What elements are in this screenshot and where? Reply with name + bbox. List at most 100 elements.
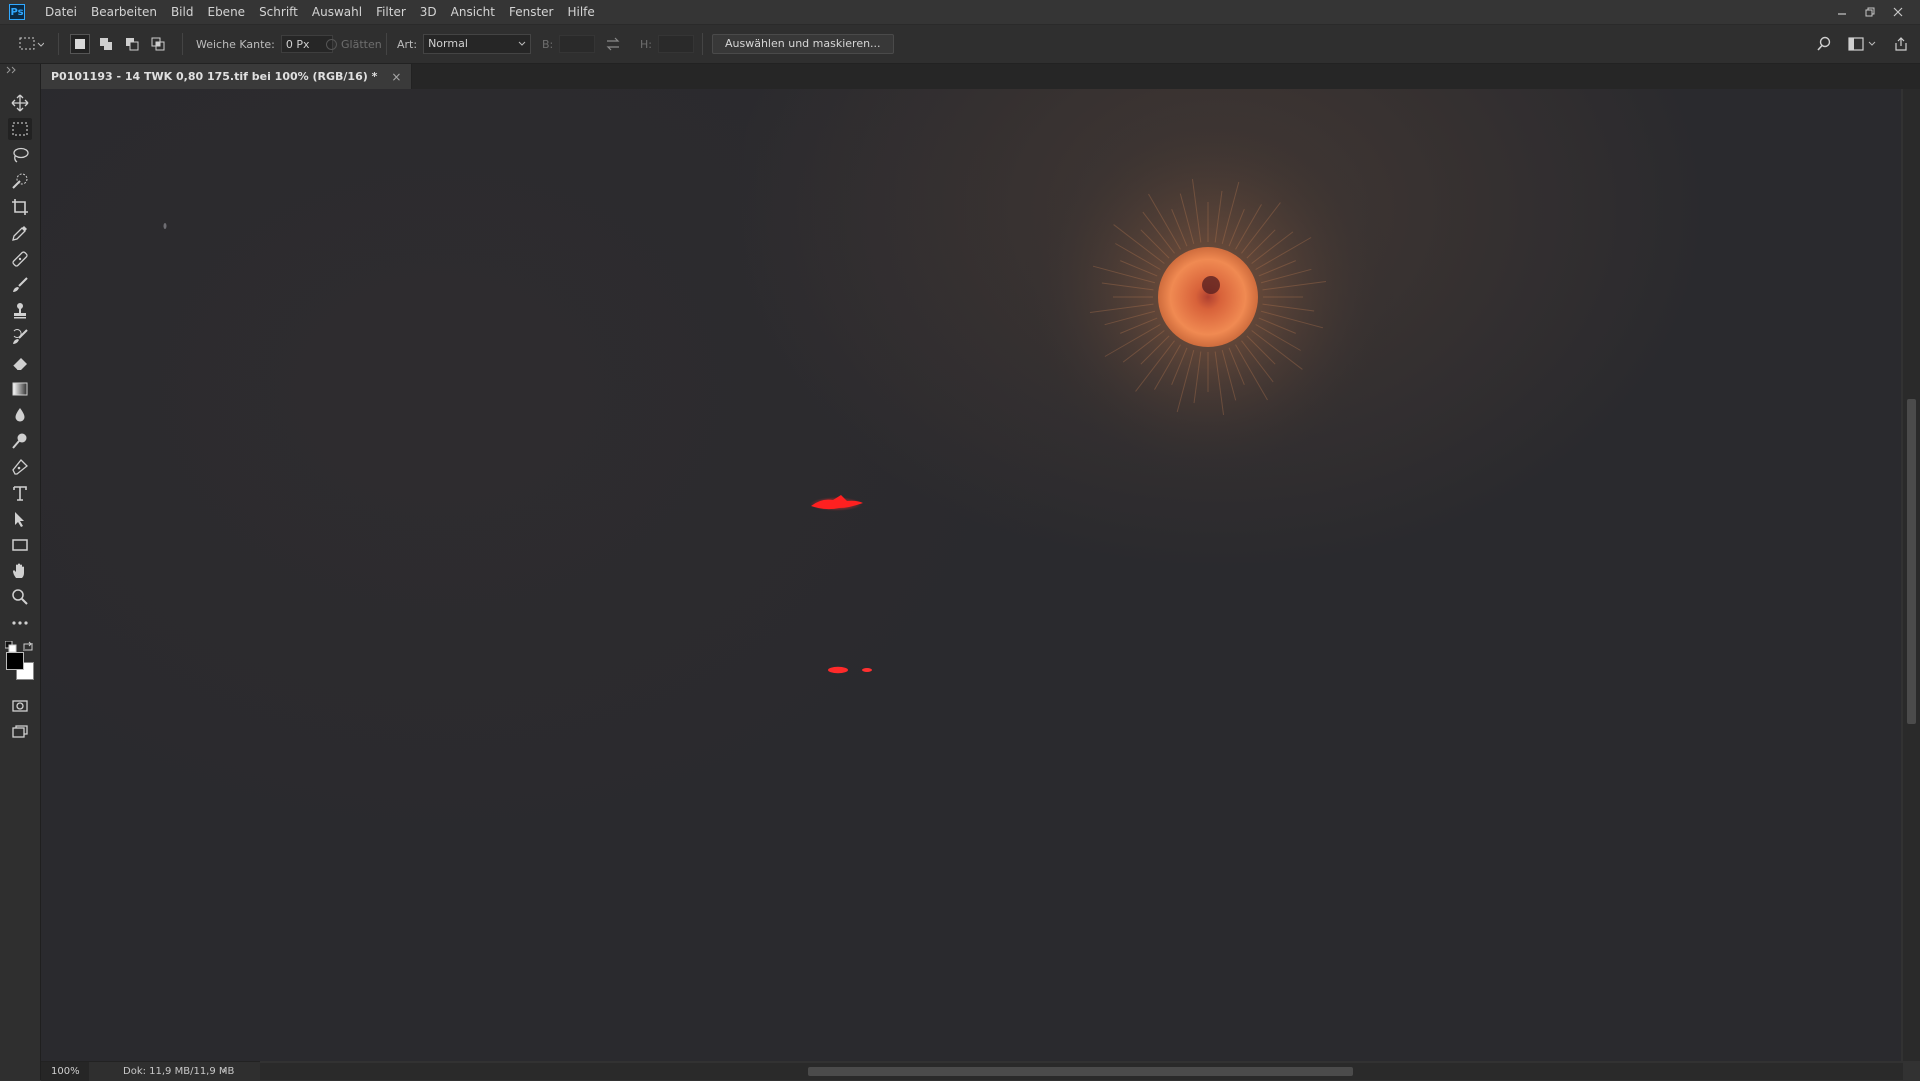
- share-button[interactable]: [1893, 25, 1909, 63]
- search-button[interactable]: [1816, 25, 1832, 63]
- antialias-checkbox[interactable]: [326, 38, 337, 50]
- add-selection-icon: [100, 38, 112, 50]
- select-mask-group: Auswählen und maskieren...: [712, 25, 894, 63]
- spot-healing-tool[interactable]: [8, 248, 32, 270]
- dodge-tool[interactable]: [8, 430, 32, 452]
- intersect-selection-button[interactable]: [148, 34, 168, 54]
- move-icon: [11, 94, 29, 112]
- height-input[interactable]: [657, 35, 694, 53]
- history-brush-tool[interactable]: [8, 326, 32, 348]
- zoom-magnifier-icon: [12, 589, 28, 605]
- menu-3d[interactable]: 3D: [413, 0, 444, 24]
- menu-schrift[interactable]: Schrift: [252, 0, 305, 24]
- menu-items: Datei Bearbeiten Bild Ebene Schrift Ausw…: [38, 0, 602, 24]
- feather-group: Weiche Kante: 0 Px: [196, 25, 333, 63]
- status-menu-arrow[interactable]: ›: [222, 1061, 226, 1080]
- close-window-icon[interactable]: [1884, 0, 1912, 24]
- menu-datei[interactable]: Datei: [38, 0, 84, 24]
- menu-fenster[interactable]: Fenster: [502, 0, 561, 24]
- style-select-value: Normal: [428, 37, 468, 50]
- minimize-icon[interactable]: [1828, 0, 1856, 24]
- window-controls: [1828, 0, 1912, 24]
- antialias-label: Glätten: [341, 37, 382, 51]
- tools-panel: [0, 64, 41, 1080]
- new-selection-icon: [75, 39, 85, 49]
- style-label: Art:: [397, 37, 418, 51]
- brush-icon: [13, 277, 28, 292]
- width-group: B:: [542, 25, 596, 63]
- new-selection-button[interactable]: [70, 34, 90, 54]
- add-selection-button[interactable]: [96, 34, 116, 54]
- antialias-group: Glätten: [326, 25, 382, 63]
- zoom-level-field[interactable]: 100%: [41, 1062, 89, 1081]
- menu-auswahl[interactable]: Auswahl: [305, 0, 369, 24]
- swap-dimensions-button[interactable]: [605, 25, 621, 63]
- document-canvas[interactable]: [41, 89, 1901, 1061]
- gradient-icon: [12, 382, 28, 396]
- width-input[interactable]: [559, 35, 596, 53]
- selection-mode-group: [70, 25, 168, 63]
- restore-icon[interactable]: [1856, 0, 1884, 24]
- document-tab-bar: P0101193 - 14 TWK 0,80 175.tif bei 100% …: [41, 64, 1920, 89]
- pen-icon: [12, 459, 28, 475]
- height-label: H:: [640, 37, 652, 51]
- type-tool[interactable]: [8, 482, 32, 504]
- swap-arrows-icon: [606, 37, 620, 51]
- eraser-tool[interactable]: [8, 352, 32, 374]
- rectangular-marquee-tool[interactable]: [8, 118, 32, 140]
- style-select[interactable]: Normal: [423, 34, 532, 54]
- orange-light-orb: [1158, 247, 1258, 347]
- menu-bild[interactable]: Bild: [164, 0, 201, 24]
- select-and-mask-button[interactable]: Auswählen und maskieren...: [712, 34, 894, 54]
- blur-tool[interactable]: [8, 404, 32, 426]
- brush-tool[interactable]: [8, 274, 32, 296]
- separator: [702, 33, 703, 55]
- subtract-selection-button[interactable]: [122, 34, 142, 54]
- rectangle-tool[interactable]: [8, 534, 32, 556]
- path-selection-tool[interactable]: [8, 508, 32, 530]
- path-selection-arrow-icon: [15, 512, 24, 527]
- horizontal-scrollbar[interactable]: [260, 1063, 1903, 1080]
- menu-hilfe[interactable]: Hilfe: [560, 0, 601, 24]
- quick-selection-tool[interactable]: [8, 170, 32, 192]
- screen-mode-button[interactable]: [8, 721, 32, 743]
- dodge-icon: [12, 433, 27, 449]
- crop-tool[interactable]: [8, 196, 32, 218]
- quick-mask-button[interactable]: [8, 695, 32, 717]
- photoshop-logo-icon[interactable]: Ps: [9, 4, 25, 20]
- menu-ebene[interactable]: Ebene: [200, 0, 252, 24]
- vertical-scrollbar[interactable]: [1903, 89, 1920, 1061]
- chevron-down-icon: [1868, 41, 1876, 46]
- collapse-panel-icon[interactable]: [6, 66, 18, 74]
- style-group: Art: Normal: [397, 25, 532, 63]
- bandage-icon: [12, 251, 28, 267]
- lasso-tool[interactable]: [8, 144, 32, 166]
- close-tab-icon[interactable]: ×: [391, 70, 401, 84]
- stamp-icon: [14, 303, 26, 319]
- pen-tool[interactable]: [8, 456, 32, 478]
- workspace-button[interactable]: [1848, 25, 1876, 63]
- feather-label: Weiche Kante:: [196, 37, 275, 51]
- eyedropper-tool[interactable]: [8, 222, 32, 244]
- menu-filter[interactable]: Filter: [369, 0, 413, 24]
- foreground-color-swatch[interactable]: [6, 652, 24, 670]
- more-tools-button[interactable]: [8, 612, 32, 634]
- zoom-tool[interactable]: [8, 586, 32, 608]
- menu-ansicht[interactable]: Ansicht: [444, 0, 502, 24]
- move-tool[interactable]: [8, 92, 32, 114]
- blur-drop-icon: [15, 408, 25, 422]
- document-tab[interactable]: P0101193 - 14 TWK 0,80 175.tif bei 100% …: [41, 64, 413, 89]
- marquee-preset-icon: [19, 37, 44, 50]
- tool-preset-picker[interactable]: [18, 25, 44, 63]
- red-light-spot-tiny: [862, 668, 872, 672]
- gradient-tool[interactable]: [8, 378, 32, 400]
- vertical-scroll-thumb[interactable]: [1907, 399, 1916, 724]
- clone-stamp-tool[interactable]: [8, 300, 32, 322]
- horizontal-scroll-thumb[interactable]: [808, 1067, 1353, 1076]
- document-size-info[interactable]: Dok: 11,9 MB/11,9 MB: [123, 1062, 234, 1081]
- hand-tool[interactable]: [8, 560, 32, 582]
- workspace-icon: [1848, 37, 1864, 51]
- menu-bearbeiten[interactable]: Bearbeiten: [84, 0, 164, 24]
- height-group: H:: [640, 25, 694, 63]
- separator: [58, 33, 59, 55]
